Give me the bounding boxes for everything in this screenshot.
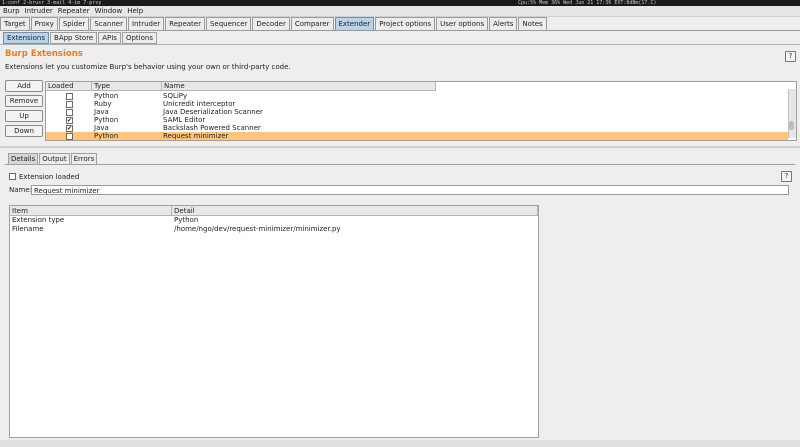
loaded-checkbox[interactable] [66, 109, 73, 116]
extension-name: SQLiPy [163, 92, 188, 100]
tab-notes[interactable]: Notes [518, 17, 547, 30]
tab-repeater[interactable]: Repeater [165, 17, 205, 30]
loaded-checkbox[interactable] [66, 101, 73, 108]
help-icon[interactable]: ? [785, 51, 796, 62]
tab-target[interactable]: Target [0, 17, 30, 30]
menu-window[interactable]: Window [95, 7, 123, 15]
extension-row[interactable]: ✔ Java Backslash Powered Scanner [46, 124, 788, 132]
extension-name: Backslash Powered Scanner [163, 124, 261, 132]
extension-loaded-label: Extension loaded [19, 173, 80, 181]
column-header-loaded[interactable]: Loaded [46, 82, 92, 91]
remove-button[interactable]: Remove [5, 95, 43, 107]
loaded-checkbox[interactable] [66, 93, 73, 100]
tab-proxy[interactable]: Proxy [30, 17, 58, 30]
extension-type: Python [94, 132, 119, 140]
menu-repeater[interactable]: Repeater [58, 7, 90, 15]
column-header-name[interactable]: Name [162, 82, 436, 91]
detail-row[interactable]: Extension type Python [10, 216, 538, 225]
detail-value: /home/ngo/dev/request-minimizer/minimize… [174, 225, 341, 233]
detail-item: Filename [12, 225, 44, 233]
column-header-detail[interactable]: Detail [172, 206, 538, 216]
extension-name: Java Deserialization Scanner [163, 108, 263, 116]
subtab-apis[interactable]: APIs [98, 32, 121, 44]
loaded-checkbox[interactable]: ✔ [66, 117, 73, 124]
name-label: Name: [9, 186, 33, 194]
down-button[interactable]: Down [5, 125, 43, 137]
tab-intruder[interactable]: Intruder [127, 17, 165, 30]
loaded-checkbox[interactable]: ✔ [66, 125, 73, 132]
extension-name: SAML Editor [163, 116, 206, 124]
column-header-item[interactable]: Item [10, 206, 172, 216]
details-tabs: Details Output Errors [8, 153, 98, 165]
tab-divider [0, 30, 800, 31]
subtab-divider [0, 44, 800, 45]
tab-sequencer[interactable]: Sequencer [205, 17, 252, 30]
menu-burp[interactable]: Burp [3, 7, 20, 15]
scrollbar-thumb[interactable] [789, 121, 794, 130]
extensions-table-scrollbar[interactable] [788, 89, 796, 138]
extension-type: Java [94, 108, 109, 116]
extension-name: Request minimizer [163, 132, 229, 140]
tab-extender[interactable]: Extender [334, 17, 375, 30]
extension-row[interactable]: Python Request minimizer [46, 132, 788, 140]
extension-type: Ruby [94, 100, 112, 108]
extension-row[interactable]: Python SQLiPy [46, 92, 788, 100]
tab-project-options[interactable]: Project options [375, 17, 436, 30]
tab-decoder[interactable]: Decoder [252, 17, 290, 30]
menu-help[interactable]: Help [127, 7, 143, 15]
page-title: Burp Extensions [5, 49, 83, 59]
detail-row[interactable]: Filename/home/ngo/dev/request-minimizer/… [10, 225, 538, 234]
detail-item: Extension type [12, 216, 65, 224]
checkbox-icon[interactable] [9, 173, 16, 180]
main-tabs: Target Proxy Spider Scanner Intruder Repeater… [0, 17, 548, 31]
bottom-edge [0, 440, 800, 447]
extension-row[interactable]: Ruby Unicredit interceptor [46, 100, 788, 108]
details-divider [5, 164, 795, 165]
extender-sub-tabs: Extensions BApp Store APIs Options [3, 32, 158, 44]
tab-comparer[interactable]: Comparer [290, 17, 334, 30]
extension-row[interactable]: ✔ Python SAML Editor [46, 116, 788, 124]
tab-user-options[interactable]: User options [436, 17, 489, 30]
menu-bar: Burp Intruder Repeater Window Help [0, 6, 800, 17]
extension-loaded-checkbox[interactable]: Extension loaded [9, 172, 79, 181]
subtab-bapp-store[interactable]: BApp Store [50, 32, 98, 44]
tab-spider[interactable]: Spider [58, 17, 90, 30]
name-field[interactable]: Request minimizer [31, 185, 789, 195]
add-button[interactable]: Add [5, 80, 43, 92]
details-help-icon[interactable]: ? [781, 171, 792, 182]
up-button[interactable]: Up [5, 110, 43, 122]
subtab-options[interactable]: Options [121, 32, 157, 44]
extension-row[interactable]: Java Java Deserialization Scanner [46, 108, 788, 116]
extension-type: Python [94, 92, 119, 100]
loaded-checkbox[interactable] [66, 133, 73, 140]
details-table: Item Detail Extension type Python Filename… [9, 205, 539, 438]
split-pane-divider[interactable] [0, 146, 800, 148]
subtab-extensions[interactable]: Extensions [3, 32, 50, 44]
detail-value: Python [174, 216, 199, 224]
extension-type: Java [94, 124, 109, 132]
extension-type: Python [94, 116, 119, 124]
column-header-type[interactable]: Type [92, 82, 162, 91]
tab-alerts[interactable]: Alerts [489, 17, 518, 30]
extensions-table: Loaded Type Name Python SQLiPy Ruby Unicred… [45, 81, 797, 141]
tab-scanner[interactable]: Scanner [90, 17, 127, 30]
extension-name: Unicredit interceptor [163, 100, 236, 108]
menu-intruder[interactable]: Intruder [25, 7, 53, 15]
page-description: Extensions let you customize Burp's beha… [5, 63, 291, 71]
